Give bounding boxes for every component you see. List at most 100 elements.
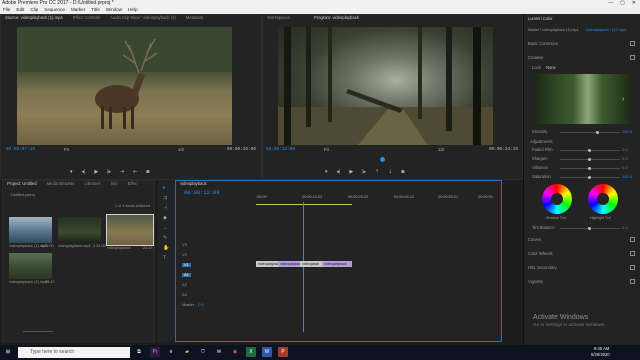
timeline-playhead[interactable] bbox=[303, 202, 304, 332]
tab-source[interactable]: Source: videoplayback (1).mp4 bbox=[5, 16, 63, 20]
task-view-icon[interactable]: ⧉ bbox=[134, 347, 144, 357]
file-explorer-icon[interactable]: ▰ bbox=[182, 347, 192, 357]
step-forward-icon[interactable]: |▸ bbox=[362, 170, 366, 175]
timeline-timecode[interactable]: 00:00:12:08 bbox=[184, 190, 220, 196]
thumbnail-1[interactable] bbox=[9, 217, 52, 243]
lumetri-master-clip[interactable]: Master * videoplayback (1).mp4 bbox=[528, 28, 579, 33]
lumetri-sequence-clip[interactable]: videoplayback * (1)*.mp4 bbox=[586, 28, 626, 33]
minimize-button[interactable]: — bbox=[608, 1, 613, 6]
play-icon[interactable]: ▶ bbox=[94, 170, 98, 175]
thumbnail-3-selected[interactable] bbox=[106, 214, 154, 246]
maximize-button[interactable]: ▢ bbox=[620, 1, 625, 6]
master-volume[interactable]: 0.0 bbox=[198, 303, 204, 307]
track-v1[interactable]: V1 bbox=[176, 261, 254, 269]
section-hsl-secondary[interactable]: HSL Secondary bbox=[528, 265, 557, 270]
pen-tool-icon[interactable]: ✎ bbox=[163, 236, 167, 241]
faded-film-value[interactable]: 0.0 bbox=[622, 148, 628, 152]
clock-date[interactable]: 5/26/2020 bbox=[591, 352, 610, 357]
store-icon[interactable]: ⛉ bbox=[198, 347, 208, 357]
vignette-checkbox[interactable] bbox=[630, 279, 635, 284]
menu-clip[interactable]: Clip bbox=[30, 8, 38, 13]
tab-effects[interactable]: Effec bbox=[128, 182, 137, 186]
creative-checkbox[interactable] bbox=[630, 55, 635, 60]
intensity-value[interactable]: 100.0 bbox=[622, 130, 632, 134]
section-curves[interactable]: Curves bbox=[528, 237, 541, 242]
menu-marker[interactable]: Marker bbox=[71, 8, 85, 13]
mark-in-icon[interactable]: ▾ bbox=[325, 170, 328, 175]
excel-icon[interactable]: X bbox=[246, 347, 256, 357]
track-v2[interactable]: V2 bbox=[176, 251, 254, 259]
clip-2[interactable]: videoplayback bbox=[278, 261, 300, 267]
menu-help[interactable]: Help bbox=[128, 8, 137, 13]
highlight-tint-wheel[interactable] bbox=[588, 184, 618, 214]
section-vignette[interactable]: Vignette bbox=[528, 279, 543, 284]
premiere-icon[interactable]: Pr bbox=[150, 347, 160, 357]
tint-balance-value[interactable]: 0.0 bbox=[622, 226, 628, 230]
tab-libraries[interactable]: Libraries bbox=[85, 182, 101, 186]
sharpen-value[interactable]: 0.0 bbox=[622, 157, 628, 161]
source-fit-select[interactable]: Fit bbox=[64, 147, 69, 152]
tab-info[interactable]: Info bbox=[111, 182, 118, 186]
clip-3[interactable]: videoplayb bbox=[300, 261, 322, 267]
hsl-checkbox[interactable] bbox=[630, 265, 635, 270]
section-basic-correction[interactable]: Basic Correction bbox=[528, 41, 558, 46]
source-timecode[interactable]: 00:00:07:16 bbox=[6, 147, 35, 152]
basic-correction-checkbox[interactable] bbox=[630, 41, 635, 46]
tab-project[interactable]: Project: Untitled bbox=[7, 182, 37, 186]
program-ratio-select[interactable]: 1/2 bbox=[438, 147, 444, 152]
play-icon[interactable]: ▶ bbox=[349, 170, 353, 175]
vibrance-slider[interactable] bbox=[560, 167, 620, 170]
program-fit-select[interactable]: Fit bbox=[324, 147, 329, 152]
clock-time[interactable]: 9:45 AM bbox=[594, 346, 609, 351]
menu-sequence[interactable]: Sequence bbox=[44, 8, 65, 13]
mark-in-icon[interactable]: ▾ bbox=[70, 170, 73, 175]
menu-window[interactable]: Window bbox=[106, 8, 122, 13]
hand-tool-icon[interactable]: ✋ bbox=[163, 246, 169, 251]
faded-film-slider[interactable] bbox=[560, 149, 620, 152]
export-frame-icon[interactable]: ◙ bbox=[146, 170, 149, 175]
track-select-icon[interactable]: ⇉ bbox=[163, 196, 167, 201]
track-a3[interactable]: A3 bbox=[176, 291, 254, 299]
menu-title[interactable]: Title bbox=[91, 8, 100, 13]
tab-effect-controls[interactable]: Effect Controls bbox=[73, 16, 100, 20]
step-back-icon[interactable]: ◂| bbox=[337, 170, 341, 175]
saturation-slider[interactable] bbox=[560, 176, 620, 179]
extract-icon[interactable]: ⇣ bbox=[388, 170, 392, 175]
insert-icon[interactable]: ⇥ bbox=[120, 170, 124, 175]
look-select[interactable]: None bbox=[546, 65, 556, 70]
tint-balance-slider[interactable] bbox=[560, 227, 620, 230]
clip-4[interactable]: videoplayback bbox=[322, 261, 352, 267]
intensity-slider[interactable] bbox=[560, 131, 620, 134]
selection-tool-icon[interactable]: ▸ bbox=[163, 186, 166, 191]
next-look-icon[interactable]: › bbox=[622, 96, 624, 103]
export-frame-icon[interactable]: ◙ bbox=[401, 170, 404, 175]
slip-tool-icon[interactable]: ↔ bbox=[163, 226, 168, 231]
tab-audio-clip-mixer[interactable]: Audio Clip Mixer: videoplayback (1) bbox=[110, 16, 176, 20]
lift-icon[interactable]: ⇡ bbox=[375, 170, 379, 175]
curves-checkbox[interactable] bbox=[630, 237, 635, 242]
source-ratio-select[interactable]: 1/2 bbox=[178, 147, 184, 152]
tab-program[interactable]: Program: videoplayback bbox=[314, 16, 359, 20]
menu-edit[interactable]: Edit bbox=[16, 8, 24, 13]
chrome-icon[interactable]: ◉ bbox=[230, 347, 240, 357]
tab-workspaces[interactable]: Workspaces bbox=[267, 16, 290, 20]
track-master[interactable]: Master 0.0 bbox=[176, 301, 254, 309]
thumbnail-2[interactable] bbox=[58, 217, 101, 243]
close-button[interactable]: ✕ bbox=[632, 1, 636, 6]
sharpen-slider[interactable] bbox=[560, 158, 620, 161]
tab-sequence[interactable]: videoplayback bbox=[180, 182, 207, 186]
mail-icon[interactable]: ✉ bbox=[214, 347, 224, 357]
section-creative[interactable]: Creative bbox=[528, 55, 543, 60]
text-tool-icon[interactable]: T bbox=[163, 256, 166, 261]
program-playhead[interactable] bbox=[380, 157, 385, 162]
step-forward-icon[interactable]: |▸ bbox=[107, 170, 111, 175]
thumbnail-4[interactable] bbox=[9, 253, 52, 279]
section-color-wheels[interactable]: Color Wheels bbox=[528, 251, 553, 256]
edge-icon[interactable]: e bbox=[166, 347, 176, 357]
clip-1[interactable]: videoplayback bbox=[256, 261, 278, 267]
taskbar-search[interactable]: Type here to search bbox=[18, 347, 130, 358]
work-area-bar[interactable] bbox=[256, 204, 352, 205]
word-icon[interactable]: W bbox=[262, 347, 272, 357]
track-a1[interactable]: A1 bbox=[176, 271, 254, 279]
track-a2[interactable]: A2 bbox=[176, 281, 254, 289]
